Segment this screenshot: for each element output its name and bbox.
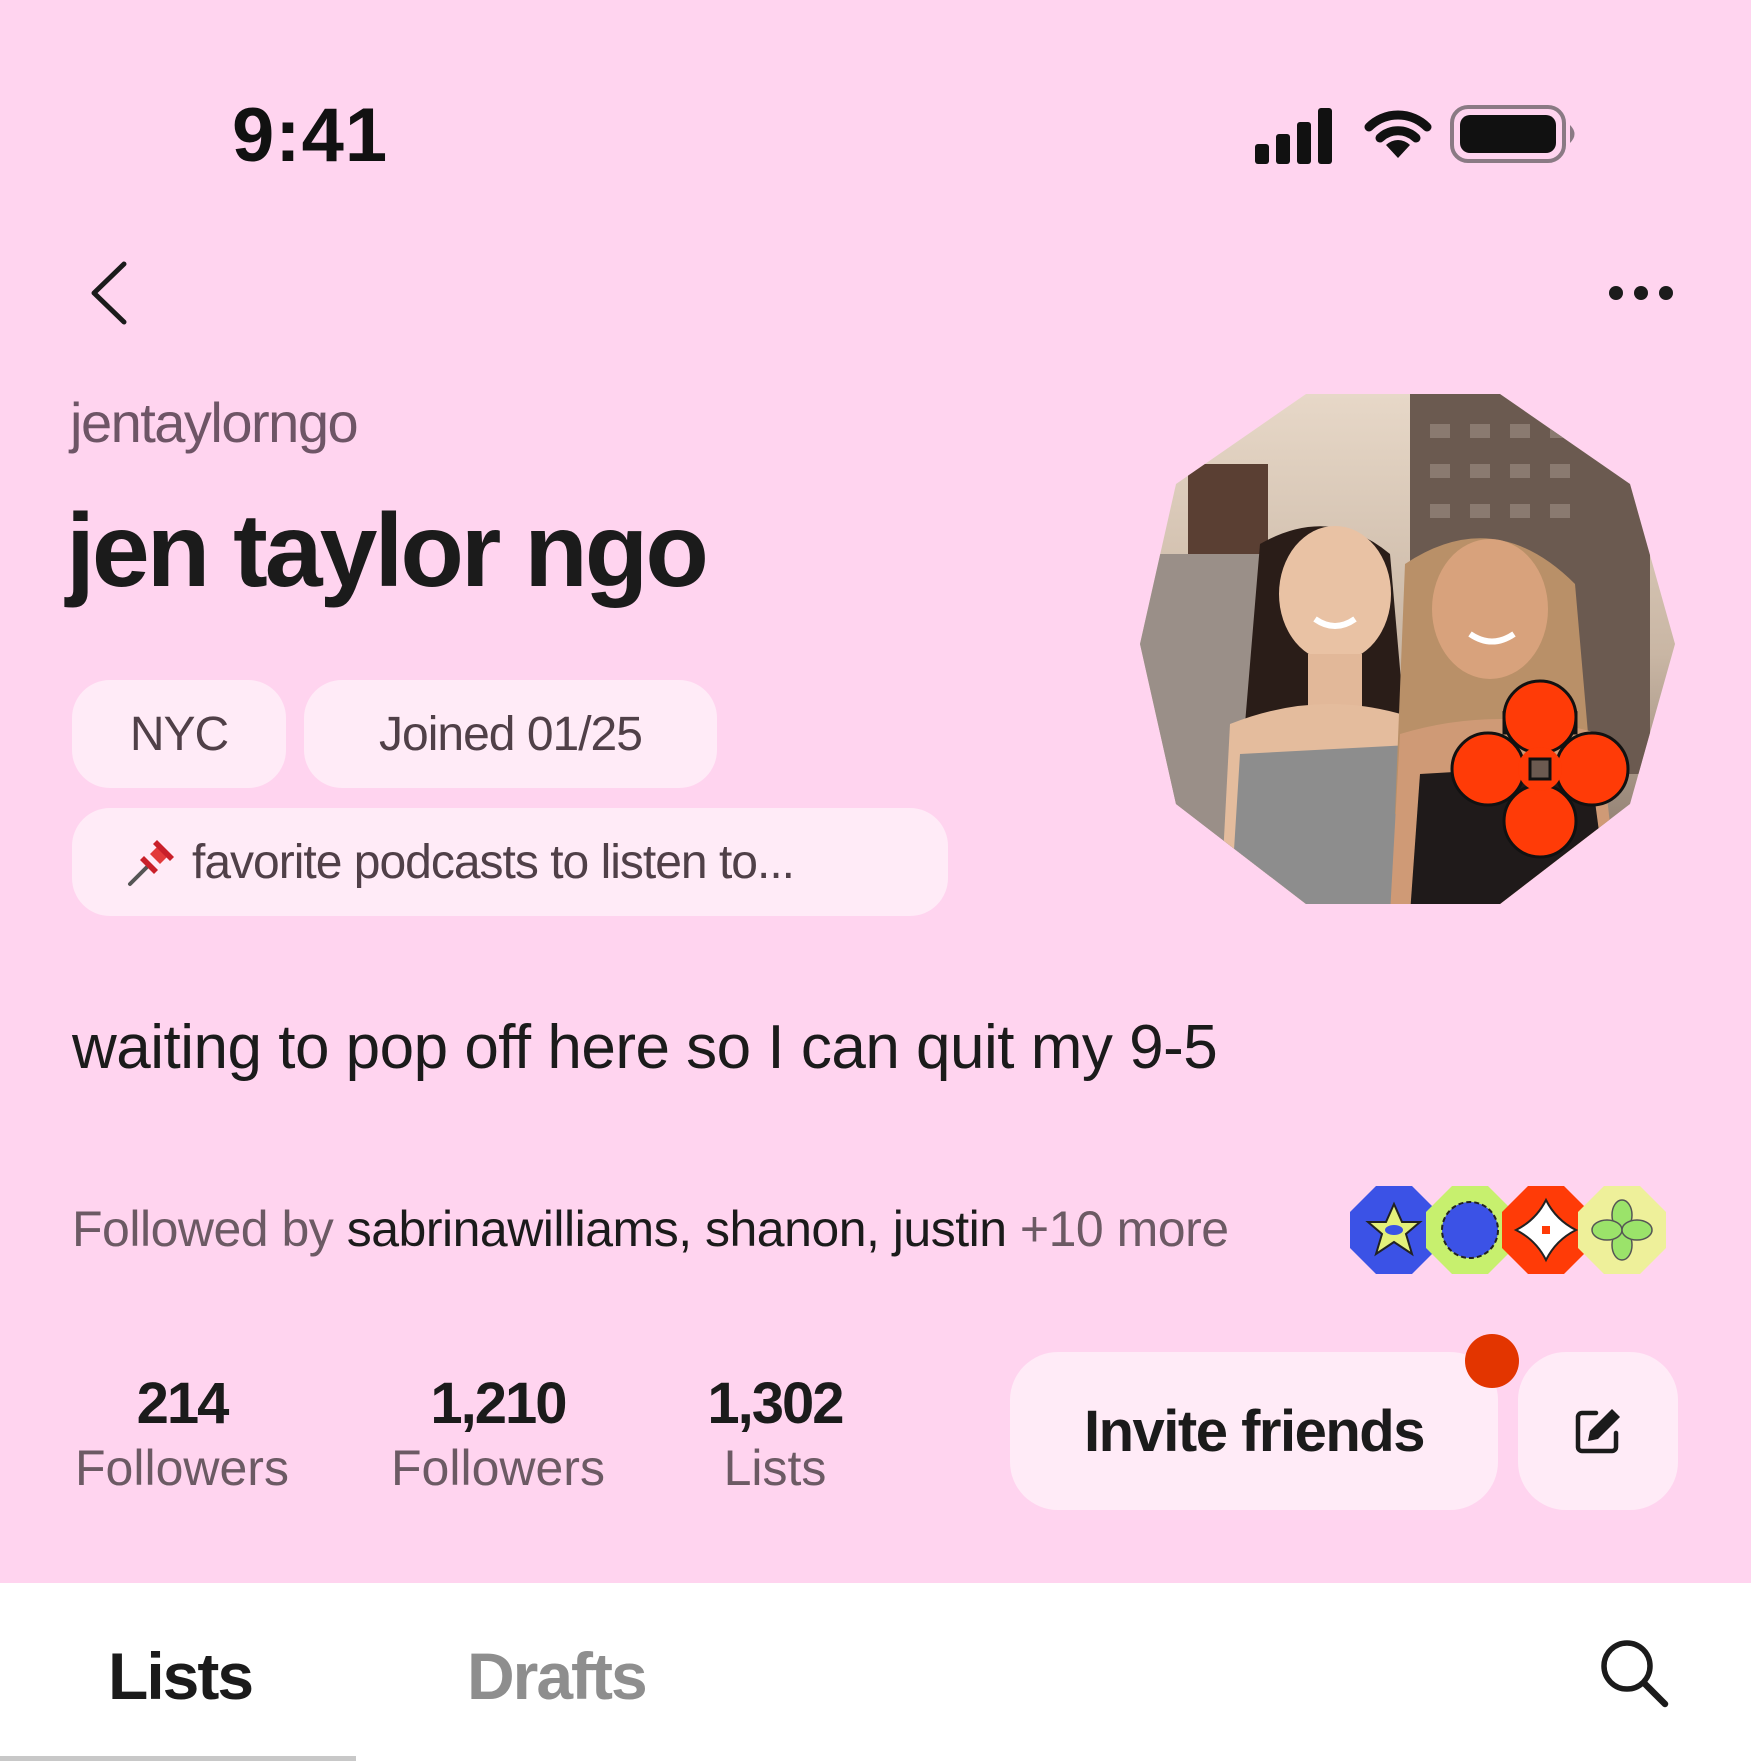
search-icon[interactable] xyxy=(1597,1636,1671,1710)
tab-drafts[interactable]: Drafts xyxy=(467,1638,648,1714)
battery-icon xyxy=(1450,105,1575,163)
invite-friends-label: Invite friends xyxy=(1084,1398,1425,1464)
tab-lists[interactable]: Lists xyxy=(108,1638,254,1714)
stat-label: Followers xyxy=(75,1440,289,1496)
edit-icon xyxy=(1575,1409,1620,1454)
followed-by-names: sabrinawilliams, shanon, justin xyxy=(346,1201,1007,1257)
follower-avatar xyxy=(1578,1186,1666,1274)
joined-label: Joined 01/25 xyxy=(379,707,643,761)
profile-avatar[interactable] xyxy=(1140,394,1680,914)
pinned-list-chip[interactable]: favorite podcasts to listen to... xyxy=(72,808,948,916)
invite-friends-button[interactable]: Invite friends xyxy=(1010,1352,1498,1510)
location-chip: NYC xyxy=(72,680,286,788)
stat-lists[interactable]: 1,302 Lists xyxy=(645,1370,905,1497)
joined-chip: Joined 01/25 xyxy=(304,680,717,788)
cellular-signal-icon xyxy=(1255,108,1332,164)
stat-followers[interactable]: 214 Followers xyxy=(52,1370,312,1497)
notification-dot xyxy=(1465,1334,1519,1388)
stat-value: 1,210 xyxy=(430,1371,567,1436)
stat-followers-2[interactable]: 1,210 Followers xyxy=(368,1370,628,1497)
pinned-list-label: favorite podcasts to listen to... xyxy=(192,835,795,889)
follower-avatar xyxy=(1426,1186,1514,1274)
username: jentaylorngo xyxy=(70,391,359,454)
ellipsis-icon[interactable] xyxy=(1606,278,1676,308)
stat-label: Lists xyxy=(723,1440,827,1496)
follower-avatar xyxy=(1502,1186,1590,1274)
status-time: 9:41 xyxy=(232,93,389,178)
bio-text: waiting to pop off here so I can quit my… xyxy=(72,1013,1218,1082)
edit-profile-button[interactable] xyxy=(1518,1352,1678,1510)
active-tab-indicator xyxy=(0,1756,356,1761)
display-name: jen taylor ngo xyxy=(66,493,709,609)
followed-by-more: +10 more xyxy=(1006,1201,1229,1257)
followed-by-text[interactable]: Followed by sabrinawilliams, shanon, jus… xyxy=(72,1200,1229,1258)
stat-value: 214 xyxy=(136,1371,230,1436)
follower-avatars[interactable] xyxy=(1350,1182,1680,1278)
wifi-icon xyxy=(1364,110,1432,158)
stat-label: Followers xyxy=(391,1440,605,1496)
stat-value: 1,302 xyxy=(707,1371,844,1436)
status-icons xyxy=(1255,105,1575,164)
followed-by-prefix: Followed by xyxy=(72,1201,347,1257)
chevron-left-icon[interactable] xyxy=(84,258,140,328)
follower-avatar xyxy=(1350,1186,1438,1274)
location-label: NYC xyxy=(129,707,229,761)
pushpin-icon xyxy=(128,840,174,886)
